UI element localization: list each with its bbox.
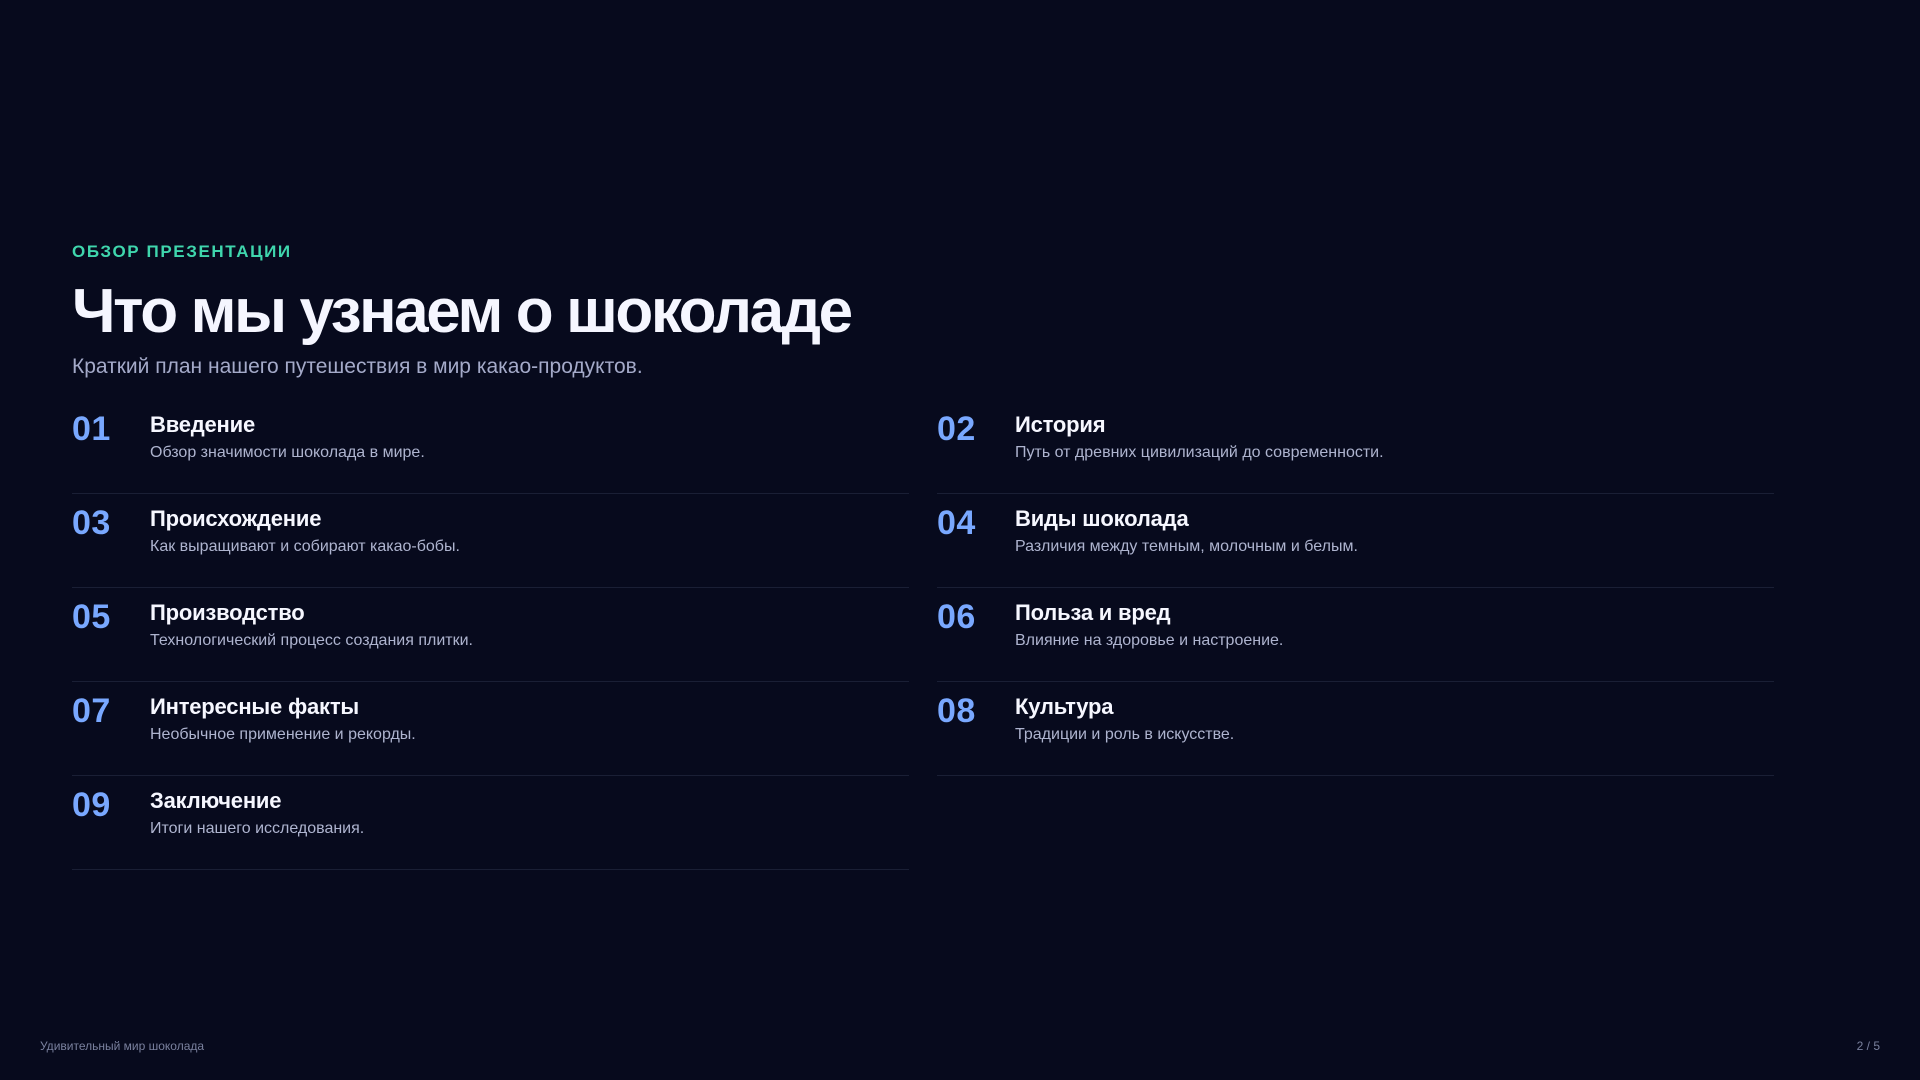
presentation-footer: Удивительный мир шоколада [40,1039,205,1053]
page-subtitle: Краткий план нашего путешествия в мир ка… [72,355,643,378]
outline-number: 09 [72,786,111,824]
outline-title: Производство [150,600,305,625]
outline-item-benefits-harm: 06 Польза и вред Влияние на здоровье и н… [937,588,1774,682]
outline-item-chocolate-types: 04 Виды шоколада Различия между темным, … [937,494,1774,588]
slide-header: ОБЗОР ПРЕЗЕНТАЦИИ Что мы узнаем о шокола… [72,240,1772,381]
outline-text: Введение Обзор значимости шоколада в мир… [150,400,425,464]
page-indicator: 2 / 5 [1856,1039,1880,1053]
outline-item-introduction: 01 Введение Обзор значимости шоколада в … [72,400,909,494]
outline-number: 04 [937,504,976,542]
presentation-slide: ОБЗОР ПРЕЗЕНТАЦИИ Что мы узнаем о шокола… [0,0,1920,1080]
outline-title: Интересные факты [150,694,360,719]
outline-description: Традиции и роль в искусстве. [1015,726,1235,743]
outline-number: 01 [72,410,111,448]
outline-text: История Путь от древних цивилизаций до с… [1015,400,1384,464]
outline-description: Технологический процесс создания плитки. [150,632,473,649]
outline-text: Производство Технологический процесс соз… [150,588,473,652]
outline-description: Различия между темным, молочным и белым. [1015,538,1358,555]
outline-title: Введение [150,412,256,437]
outline-description: Путь от древних цивилизаций до современн… [1015,444,1384,461]
outline-text: Польза и вред Влияние на здоровье и наст… [1015,588,1283,652]
outline-item-culture: 08 Культура Традиции и роль в искусстве. [937,682,1774,776]
outline-description: Обзор значимости шоколада в мире. [150,444,425,461]
outline-title: Культура [1015,694,1114,719]
outline-title: Происхождение [150,506,322,531]
outline-item-production: 05 Производство Технологический процесс … [72,588,909,682]
outline-title: Заключение [150,788,282,813]
outline-description: Влияние на здоровье и настроение. [1015,632,1284,649]
presentation-overview-label: ОБЗОР ПРЕЗЕНТАЦИИ [72,242,292,261]
outline-item-origin: 03 Происхождение Как выращивают и собира… [72,494,909,588]
outline-text: Происхождение Как выращивают и собирают … [150,494,460,558]
page-title: Что мы узнаем о шоколаде [72,277,853,346]
presentation-outline: 01 Введение Обзор значимости шоколада в … [72,400,1774,870]
outline-number: 07 [72,692,111,730]
outline-title: История [1015,412,1106,437]
outline-item-interesting-facts: 07 Интересные факты Необычное применение… [72,682,909,776]
outline-item-history: 02 История Путь от древних цивилизаций д… [937,400,1774,494]
outline-text: Интересные факты Необычное применение и … [150,682,416,746]
outline-number: 02 [937,410,976,448]
outline-text: Культура Традиции и роль в искусстве. [1015,682,1234,746]
outline-description: Необычное применение и рекорды. [150,726,416,743]
outline-number: 06 [937,598,976,636]
outline-title: Польза и вред [1015,600,1171,625]
outline-title: Виды шоколада [1015,506,1189,531]
outline-description: Как выращивают и собирают какао-бобы. [150,538,460,555]
outline-number: 03 [72,504,111,542]
outline-text: Виды шоколада Различия между темным, мол… [1015,494,1358,558]
outline-text: Заключение Итоги нашего исследования. [150,776,364,840]
outline-item-conclusion: 09 Заключение Итоги нашего исследования. [72,776,909,870]
outline-number: 05 [72,598,111,636]
outline-number: 08 [937,692,976,730]
outline-description: Итоги нашего исследования. [150,820,365,837]
